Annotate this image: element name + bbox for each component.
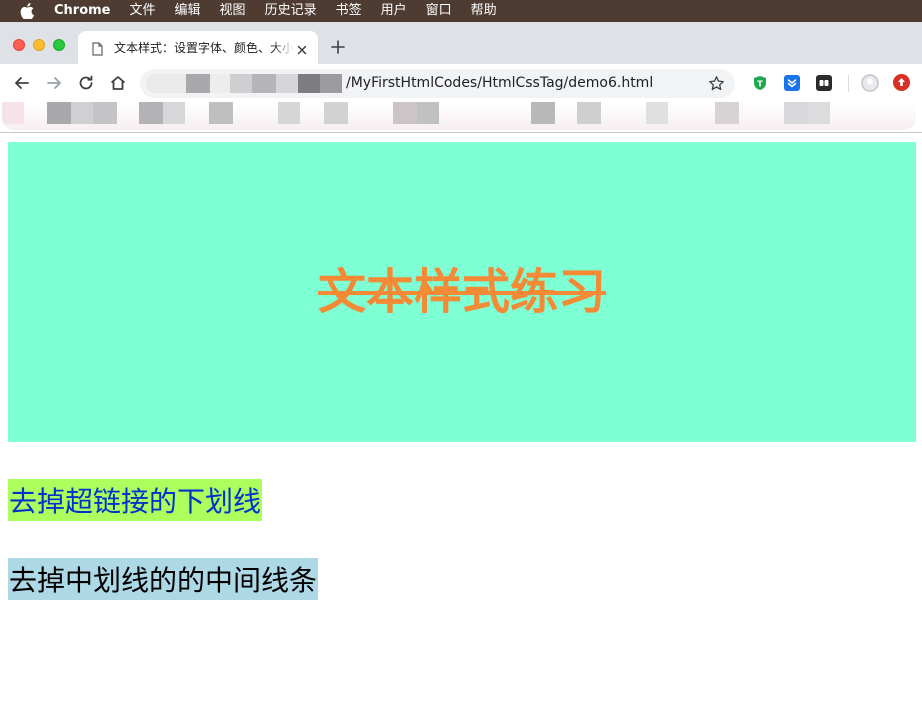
menu-edit[interactable]: 编辑 [175, 0, 201, 22]
macos-menu-bar: Chrome 文件 编辑 视图 历史记录 书签 用户 窗口 帮助 [0, 0, 922, 22]
menu-history[interactable]: 历史记录 [265, 0, 317, 22]
back-icon[interactable] [12, 73, 32, 93]
menu-view[interactable]: 视图 [220, 0, 246, 22]
url-text: /MyFirstHtmlCodes/HtmlCssTag/demo6.html [346, 75, 654, 91]
tampermonkey-extension-icon[interactable]: T [752, 75, 768, 91]
blurred-bookmarks [2, 102, 916, 130]
page-content: 文本样式练习 去掉超链接的下划线 去掉中划线的的中间线条 [0, 133, 922, 724]
no-underline-link[interactable]: 去掉超链接的下划线 [9, 480, 261, 520]
toolbar-divider [848, 75, 849, 92]
menu-bookmarks[interactable]: 书签 [336, 0, 362, 22]
tab-strip: 文本样式：设置字体、颜色、大小 [0, 22, 922, 64]
home-icon[interactable] [108, 73, 128, 93]
no-underline-link-block: 去掉超链接的下划线 [8, 479, 263, 521]
no-strike-text: 去掉中划线的的中间线条 [9, 564, 318, 597]
blurred-url-prefix [146, 74, 342, 93]
forward-icon[interactable] [44, 73, 64, 93]
no-strike-text-block: 去掉中划线的的中间线条 [8, 558, 319, 600]
profile-avatar-icon[interactable] [861, 74, 879, 92]
window-close-button[interactable] [13, 39, 25, 51]
new-tab-button[interactable] [330, 39, 346, 55]
menu-chrome[interactable]: Chrome [54, 0, 111, 22]
document-icon [92, 41, 103, 56]
bookmarks-bar [0, 102, 922, 132]
svg-text:T: T [757, 80, 763, 89]
window-zoom-button[interactable] [53, 39, 65, 51]
download-extension-icon[interactable] [784, 75, 800, 91]
address-bar[interactable]: /MyFirstHtmlCodes/HtmlCssTag/demo6.html [140, 69, 735, 98]
menu-file[interactable]: 文件 [130, 0, 156, 22]
tab-active[interactable]: 文本样式：设置字体、颜色、大小 [78, 31, 318, 64]
page-heading: 文本样式练习 [317, 264, 606, 320]
window-minimize-button[interactable] [33, 39, 45, 51]
menu-help[interactable]: 帮助 [471, 0, 497, 22]
bookmark-star-icon[interactable] [708, 75, 725, 92]
tab-extension-icon[interactable] [816, 75, 832, 91]
reload-icon[interactable] [76, 73, 96, 93]
menu-people[interactable]: 用户 [381, 0, 407, 22]
hero-banner: 文本样式练习 [8, 142, 916, 442]
tab-close-icon[interactable] [296, 41, 308, 55]
browser-toolbar: /MyFirstHtmlCodes/HtmlCssTag/demo6.html … [0, 64, 922, 102]
apple-icon[interactable] [19, 3, 35, 19]
update-icon[interactable] [893, 74, 910, 91]
menu-window[interactable]: 窗口 [426, 0, 452, 22]
tab-title: 文本样式：设置字体、颜色、大小 [114, 41, 294, 55]
